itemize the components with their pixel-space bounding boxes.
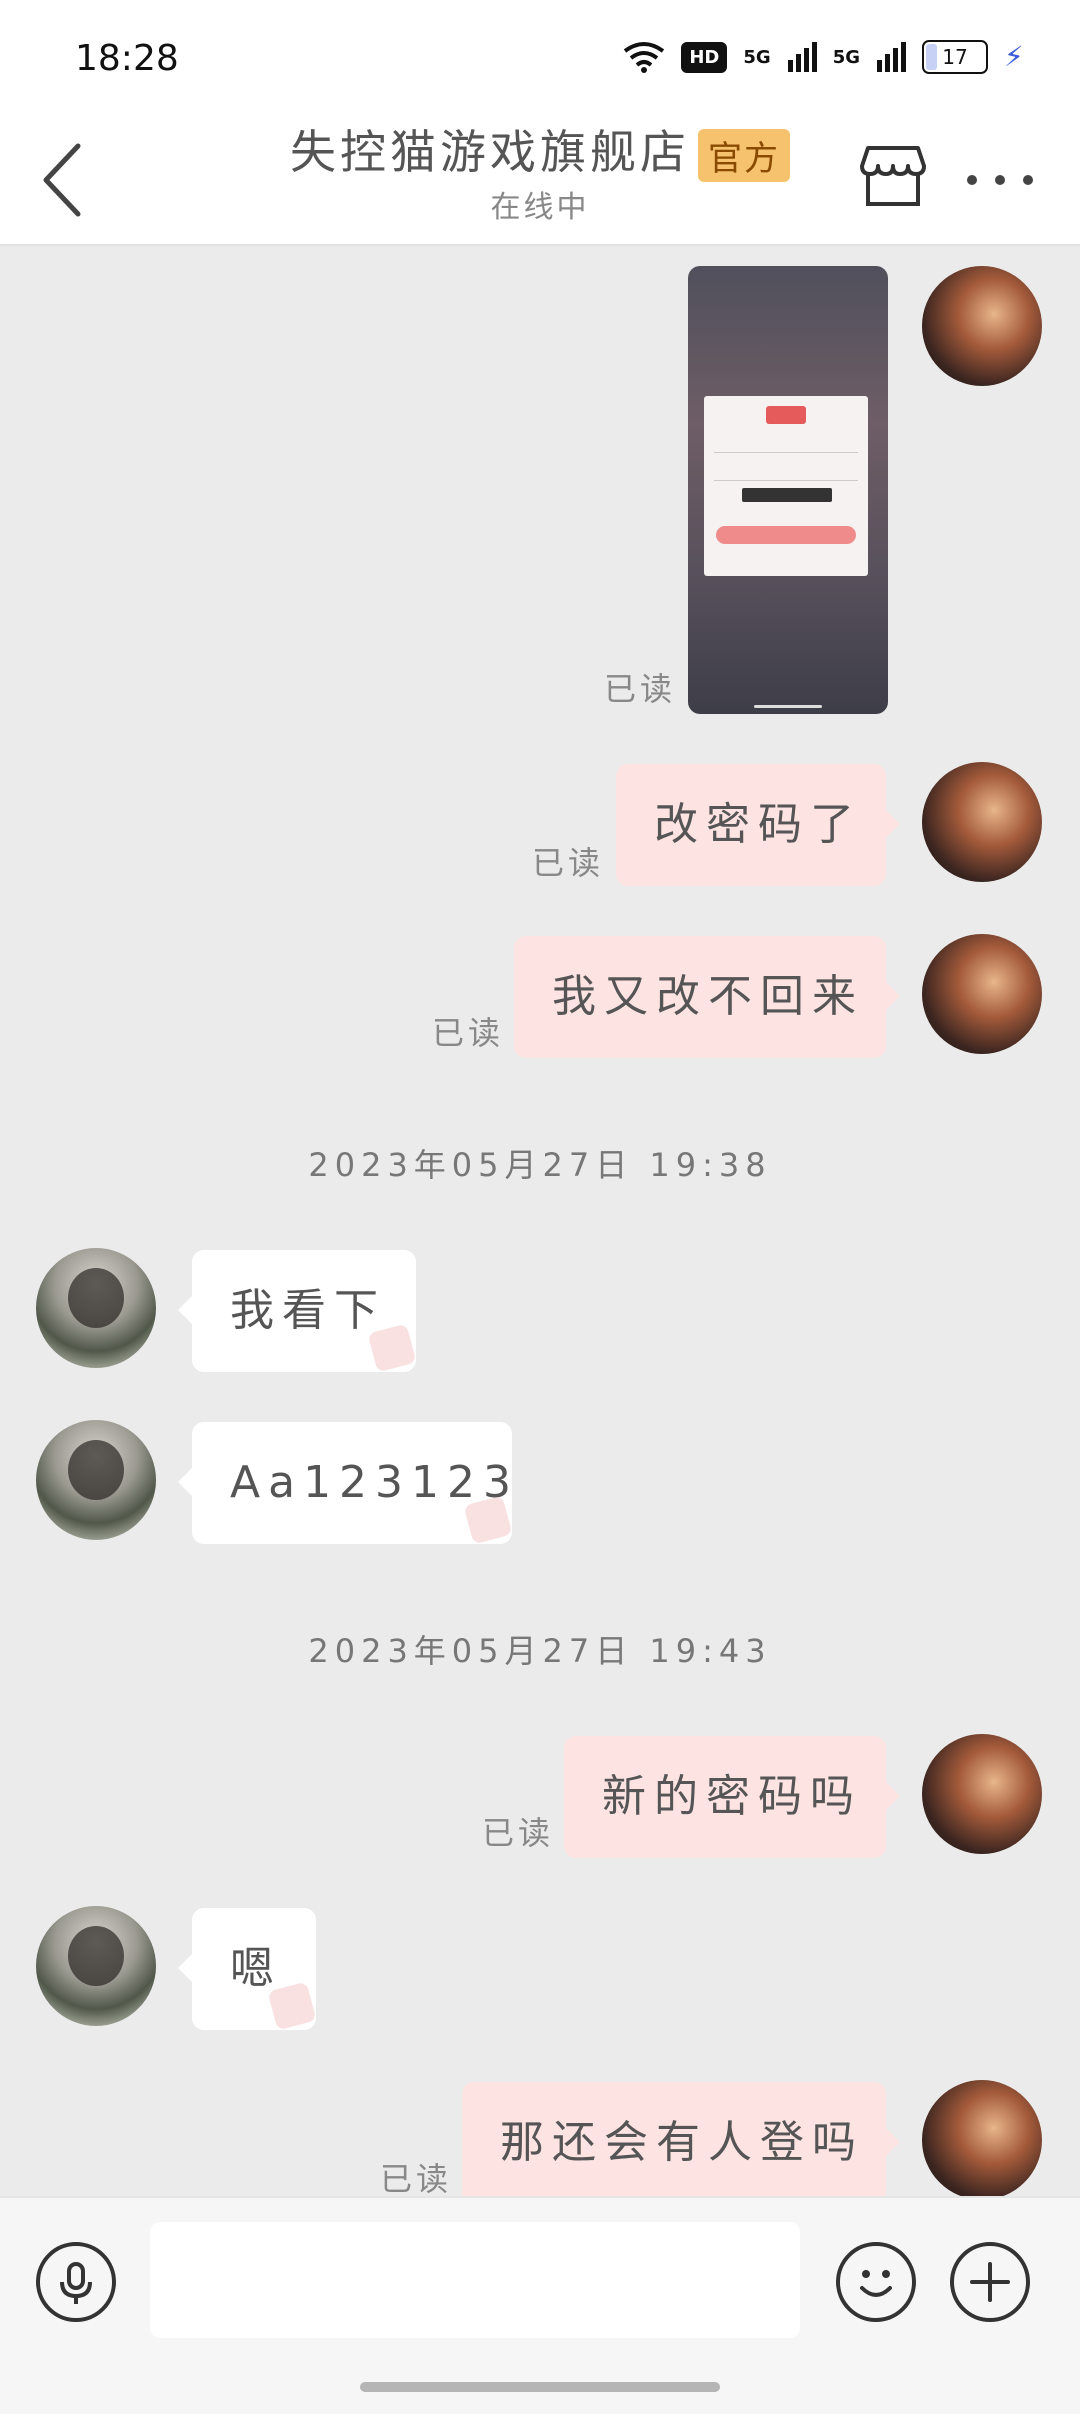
message-text: 我看下 bbox=[230, 1285, 386, 1336]
seller-avatar[interactable] bbox=[36, 1420, 156, 1540]
message-text: Aa123123 bbox=[230, 1457, 520, 1508]
message-bubble[interactable]: Aa123123 bbox=[178, 1422, 513, 1545]
message-input[interactable] bbox=[150, 2222, 800, 2338]
home-indicator[interactable] bbox=[360, 2382, 720, 2392]
official-badge: 官方 bbox=[698, 129, 790, 182]
plus-icon bbox=[970, 2262, 1010, 2302]
message-bubble[interactable]: 嗯 bbox=[178, 1908, 317, 2031]
read-receipt: 已读 bbox=[482, 1814, 555, 1852]
signal-bars-icon bbox=[877, 42, 906, 72]
my-avatar[interactable] bbox=[922, 266, 1042, 386]
chat-header: 失控猫游戏旗舰店 官方 在线中 bbox=[0, 110, 1080, 246]
status-bar: 18:28 HD 5G 5G 17 ⚡ bbox=[0, 0, 1080, 110]
message-text: 嗯 bbox=[230, 1943, 282, 1994]
timestamp: 2023年05月27日 19:43 bbox=[308, 1632, 772, 1670]
message-bubble[interactable]: 新的密码吗 bbox=[564, 1736, 900, 1858]
smile-icon bbox=[860, 2270, 892, 2297]
emoji-button[interactable] bbox=[836, 2242, 916, 2322]
battery-level: 17 bbox=[942, 45, 968, 69]
read-receipt: 已读 bbox=[380, 2160, 453, 2198]
more-button[interactable] bbox=[960, 150, 1040, 210]
seller-avatar[interactable] bbox=[36, 1906, 156, 2026]
screenshot-logo bbox=[766, 406, 806, 424]
shop-name: 失控猫游戏旗舰店 bbox=[290, 125, 690, 179]
wifi-icon bbox=[624, 42, 665, 73]
message-bubble[interactable]: 那还会有人登吗 bbox=[462, 2082, 900, 2204]
stamp-decoration bbox=[267, 1981, 317, 2031]
message-bubble[interactable]: 我看下 bbox=[178, 1250, 417, 1373]
input-bar bbox=[0, 2196, 1080, 2414]
signal-5g-label-2: 5G bbox=[832, 46, 860, 68]
charging-icon: ⚡ bbox=[1004, 40, 1024, 73]
my-avatar[interactable] bbox=[922, 1734, 1042, 1854]
my-avatar[interactable] bbox=[922, 934, 1042, 1054]
status-icons: HD 5G 5G 17 ⚡ bbox=[623, 40, 1024, 74]
timestamp: 2023年05月27日 19:38 bbox=[308, 1146, 772, 1184]
signal-5g-label-1: 5G bbox=[743, 46, 771, 68]
store-button[interactable] bbox=[858, 140, 928, 210]
plus-button[interactable] bbox=[950, 2242, 1030, 2322]
store-icon bbox=[860, 146, 926, 206]
read-receipt: 已读 bbox=[532, 844, 605, 882]
voice-button[interactable] bbox=[36, 2242, 116, 2322]
read-receipt: 已读 bbox=[432, 1014, 505, 1052]
message-bubble[interactable]: 改密码了 bbox=[616, 764, 900, 886]
screenshot-login-dialog bbox=[704, 396, 868, 576]
my-avatar[interactable] bbox=[922, 762, 1042, 882]
signal-bars-icon bbox=[787, 42, 817, 72]
screenshot-toast bbox=[742, 488, 832, 502]
hd-badge: HD bbox=[681, 41, 728, 73]
image-message[interactable] bbox=[688, 266, 888, 714]
message-bubble[interactable]: 我又改不回来 bbox=[514, 936, 900, 1058]
more-icon bbox=[967, 175, 1033, 185]
battery-icon: 17 bbox=[922, 40, 988, 74]
microphone-icon bbox=[60, 2262, 92, 2304]
read-receipt: 已读 bbox=[604, 670, 677, 708]
stamp-decoration bbox=[367, 1323, 417, 1373]
seller-avatar[interactable] bbox=[36, 1248, 156, 1368]
status-time: 18:28 bbox=[75, 38, 179, 79]
screenshot-login-button bbox=[716, 526, 856, 544]
my-avatar[interactable] bbox=[922, 2080, 1042, 2200]
